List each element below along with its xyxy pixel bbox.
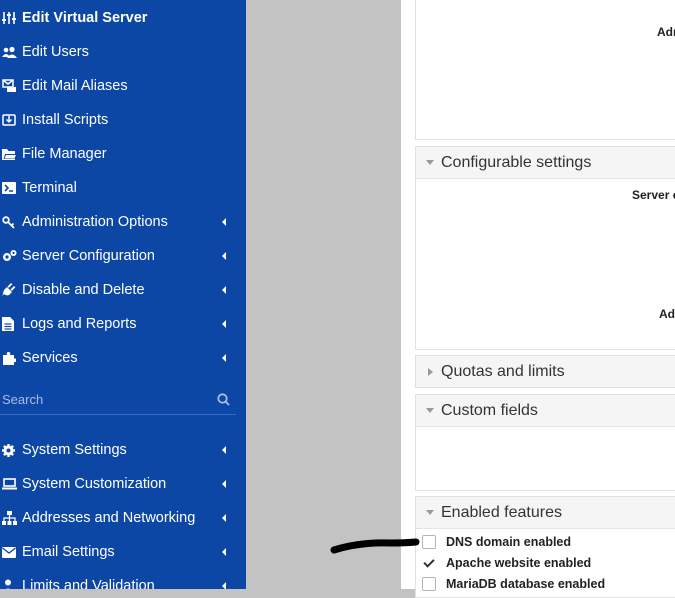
- users-icon: [2, 46, 17, 59]
- panel-title: Enabled features: [441, 503, 562, 521]
- sidebar-item-label: Addresses and Networking: [22, 510, 196, 526]
- panel-quotas-and-limits: Quotas and limits: [415, 355, 675, 388]
- sidebar-item-label: File Manager: [22, 146, 107, 162]
- sidebar-item-edit-users[interactable]: Edit Users: [0, 35, 246, 69]
- panel-configurable-settings: Configurable settings Server c Ad: [415, 146, 675, 350]
- expand-caret-icon: [222, 514, 226, 522]
- laptop-icon: [2, 478, 17, 490]
- gear-icon: [2, 443, 16, 457]
- panel-custom-fields: Custom fields: [415, 394, 675, 491]
- sidebar-item-logs-and-reports[interactable]: Logs and Reports: [0, 307, 246, 341]
- sidebar-item-label: System Customization: [22, 476, 167, 492]
- sidebar-item-label: Logs and Reports: [22, 316, 137, 332]
- sidebar-item-file-manager[interactable]: File Manager: [0, 137, 246, 171]
- panel-title: Quotas and limits: [441, 362, 565, 380]
- plug-icon: [2, 283, 16, 297]
- feature-label: DNS domain enabled: [446, 535, 572, 549]
- panel-title: Configurable settings: [441, 153, 592, 171]
- sidebar-item-edit-mail-aliases[interactable]: Edit Mail Aliases: [0, 69, 246, 103]
- feature-apache-website[interactable]: Apache website enabled: [422, 553, 591, 573]
- sidebar-item-label: Services: [22, 350, 78, 366]
- sidebar-search: [0, 386, 236, 415]
- collapse-triangle-icon: [426, 510, 434, 515]
- sidebar-item-label: Disable and Delete: [22, 282, 145, 298]
- sidebar-item-install-scripts[interactable]: Install Scripts: [0, 103, 246, 137]
- sidebar-item-administration-options[interactable]: Administration Options: [0, 205, 246, 239]
- install-icon: [2, 113, 16, 127]
- puzzle-icon: [2, 351, 16, 365]
- expand-caret-icon: [222, 354, 226, 362]
- expand-triangle-icon: [428, 367, 433, 376]
- network-icon: [2, 511, 17, 525]
- sidebar-item-system-customization[interactable]: System Customization: [0, 467, 246, 501]
- person-icon: [2, 579, 16, 589]
- panel-header-enabled-features[interactable]: Enabled features: [416, 497, 675, 529]
- sidebar-item-label: Server Configuration: [22, 248, 155, 264]
- expand-caret-icon: [222, 480, 226, 488]
- document-icon: [2, 317, 16, 331]
- expand-caret-icon: [222, 320, 226, 328]
- sidebar-item-system-settings[interactable]: System Settings: [0, 433, 246, 467]
- expand-caret-icon: [222, 252, 226, 260]
- search-input[interactable]: [0, 386, 204, 412]
- collapse-triangle-icon: [426, 160, 434, 165]
- sidebar-item-email-settings[interactable]: Email Settings: [0, 535, 246, 569]
- sidebar-item-label: Edit Mail Aliases: [22, 78, 128, 94]
- feature-mariadb-database[interactable]: MariaDB database enabled: [422, 574, 605, 594]
- gears-icon: [2, 249, 17, 263]
- sidebar-item-addresses-and-networking[interactable]: Addresses and Networking: [0, 501, 246, 535]
- sidebar-item-label: Edit Users: [22, 44, 89, 60]
- search-icon[interactable]: [217, 393, 230, 411]
- main-content: Adr Configurable settings Server c Ad Qu…: [401, 0, 675, 598]
- sidebar: Edit Virtual Server Edit Users Edit Mail…: [0, 0, 246, 589]
- expand-caret-icon: [222, 446, 226, 454]
- field-label: Server c: [632, 188, 675, 202]
- field-label: Adr: [657, 25, 675, 39]
- sidebar-item-label: Limits and Validation: [22, 578, 155, 589]
- folder-icon: [2, 148, 17, 161]
- key-icon: [2, 215, 16, 229]
- field-label: Ad: [659, 307, 675, 321]
- panel-header-quotas-and-limits[interactable]: Quotas and limits: [416, 356, 675, 387]
- checkbox-checked[interactable]: [422, 556, 436, 570]
- feature-dns-domain[interactable]: DNS domain enabled: [422, 532, 571, 552]
- collapse-triangle-icon: [426, 408, 434, 413]
- panel-title: Custom fields: [441, 401, 538, 419]
- sliders-icon: [2, 11, 16, 25]
- panel-header-custom-fields[interactable]: Custom fields: [416, 395, 675, 427]
- panel-top: Adr: [415, 0, 675, 140]
- sidebar-item-server-configuration[interactable]: Server Configuration: [0, 239, 246, 273]
- checkbox[interactable]: [422, 535, 436, 549]
- expand-caret-icon: [222, 286, 226, 294]
- sidebar-item-edit-virtual-server[interactable]: Edit Virtual Server: [0, 1, 246, 35]
- annotation-scribble: [330, 538, 420, 554]
- terminal-icon: [2, 182, 16, 194]
- envelope-icon: [2, 546, 16, 558]
- panel-header-configurable-settings[interactable]: Configurable settings: [416, 147, 675, 179]
- sidebar-item-label: Edit Virtual Server: [22, 10, 148, 26]
- expand-caret-icon: [222, 548, 226, 556]
- sidebar-item-disable-and-delete[interactable]: Disable and Delete: [0, 273, 246, 307]
- expand-caret-icon: [222, 218, 226, 226]
- sidebar-item-label: System Settings: [22, 442, 127, 458]
- feature-label: Apache website enabled: [446, 556, 592, 570]
- expand-caret-icon: [222, 582, 226, 589]
- sidebar-item-services[interactable]: Services: [0, 341, 246, 375]
- sidebar-item-label: Terminal: [22, 180, 77, 196]
- sidebar-item-limits-and-validation[interactable]: Limits and Validation: [0, 569, 246, 589]
- sidebar-item-label: Administration Options: [22, 214, 168, 230]
- sidebar-item-label: Email Settings: [22, 544, 115, 560]
- sidebar-item-label: Install Scripts: [22, 112, 109, 128]
- mail-alias-icon: [2, 79, 16, 93]
- sidebar-item-terminal[interactable]: Terminal: [0, 171, 246, 205]
